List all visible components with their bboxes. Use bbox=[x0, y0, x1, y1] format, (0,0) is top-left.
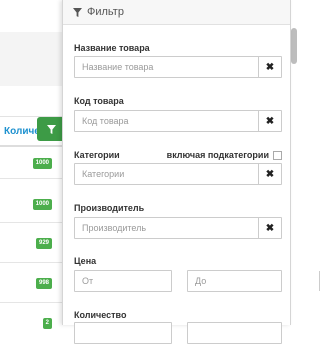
quantity-from-group bbox=[74, 322, 206, 344]
close-icon: ✖ bbox=[265, 168, 275, 180]
product-name-input[interactable] bbox=[75, 57, 258, 77]
price-label: Цена bbox=[74, 256, 97, 266]
filter-icon bbox=[46, 124, 56, 134]
categories-group: ✖ bbox=[74, 163, 282, 185]
filter-title: Фильтр bbox=[87, 6, 124, 18]
quantity-to-input[interactable] bbox=[188, 323, 319, 343]
product-name-label: Название товара bbox=[74, 43, 150, 53]
manufacturer-input[interactable] bbox=[75, 218, 258, 238]
quantity-badge: 929 bbox=[35, 238, 52, 249]
close-icon: ✖ bbox=[265, 115, 275, 127]
row-divider bbox=[0, 302, 70, 303]
scrollbar-thumb[interactable] bbox=[291, 28, 297, 64]
include-subcategories-checkbox[interactable] bbox=[273, 150, 282, 160]
row-divider bbox=[0, 262, 70, 263]
close-icon: ✖ bbox=[265, 61, 275, 73]
quantity-badge: 1000 bbox=[32, 158, 52, 169]
clear-manufacturer-button[interactable]: ✖ bbox=[258, 218, 281, 238]
column-header-underline bbox=[0, 145, 70, 147]
quantity-label: Количество bbox=[74, 310, 127, 320]
filter-toggle-button[interactable] bbox=[37, 117, 65, 141]
price-to-group: ✖ bbox=[187, 270, 320, 292]
include-subcategories-label: включая подкатегории bbox=[166, 150, 269, 160]
product-code-group: ✖ bbox=[74, 110, 282, 132]
price-from-group: ✖ bbox=[74, 270, 216, 292]
price-to-input[interactable] bbox=[188, 271, 319, 291]
filter-panel-header: Фильтр bbox=[63, 0, 290, 25]
quantity-badge: 1000 bbox=[32, 199, 52, 210]
product-name-group: ✖ bbox=[74, 56, 282, 78]
clear-categories-button[interactable]: ✖ bbox=[258, 164, 281, 184]
quantity-badge: 2 bbox=[42, 318, 52, 329]
manufacturer-label: Производитель bbox=[74, 203, 145, 213]
quantity-to-group bbox=[187, 322, 319, 344]
filter-panel: Фильтр Название товара ✖ Код товара ✖ Ка… bbox=[62, 0, 320, 344]
clear-product-code-button[interactable]: ✖ bbox=[258, 111, 281, 131]
close-icon: ✖ bbox=[265, 222, 275, 234]
product-code-label: Код товара bbox=[74, 96, 124, 106]
filter-icon bbox=[73, 7, 82, 17]
categories-label: Категории bbox=[74, 150, 120, 160]
row-divider bbox=[0, 178, 70, 179]
product-code-input[interactable] bbox=[75, 111, 258, 131]
row-divider bbox=[0, 222, 70, 223]
manufacturer-group: ✖ bbox=[74, 217, 282, 239]
include-subcategories[interactable]: включая подкатегории bbox=[167, 150, 282, 160]
categories-input[interactable] bbox=[75, 164, 258, 184]
clear-product-name-button[interactable]: ✖ bbox=[258, 57, 281, 77]
quantity-badge: 998 bbox=[35, 278, 52, 289]
